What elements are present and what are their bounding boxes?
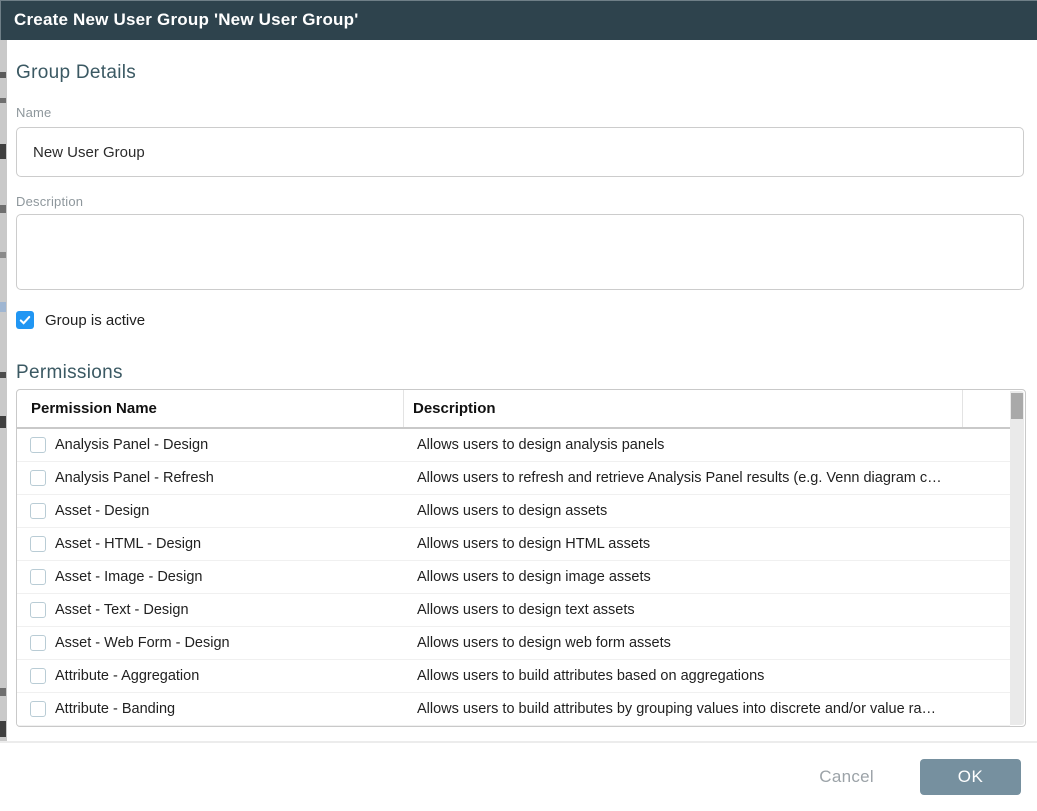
permission-checkbox[interactable] <box>30 569 46 585</box>
permission-checkbox[interactable] <box>30 470 46 486</box>
column-header-description[interactable]: Description <box>404 390 962 427</box>
permission-description: Allows users to design image assets <box>417 569 1010 585</box>
permission-description: Allows users to design assets <box>417 503 1010 519</box>
permission-row[interactable]: Asset - Image - Design Allows users to d… <box>17 561 1010 594</box>
permission-name: Attribute - Banding <box>55 701 417 717</box>
permission-row[interactable]: Attribute - Aggregation Allows users to … <box>17 660 1010 693</box>
permission-checkbox[interactable] <box>30 503 46 519</box>
group-active-checkbox-row[interactable]: Group is active <box>16 311 145 329</box>
permission-name: Asset - Web Form - Design <box>55 635 417 651</box>
permission-description: Allows users to refresh and retrieve Ana… <box>417 470 1010 486</box>
permission-name: Analysis Panel - Refresh <box>55 470 417 486</box>
permissions-heading: Permissions <box>16 362 1024 384</box>
permission-checkbox[interactable] <box>30 437 46 453</box>
permission-row[interactable]: Asset - Web Form - Design Allows users t… <box>17 627 1010 660</box>
description-input[interactable] <box>16 214 1024 290</box>
cancel-button[interactable]: Cancel <box>819 767 874 787</box>
permission-description: Allows users to design HTML assets <box>417 536 1010 552</box>
permission-name: Analysis Panel - Design <box>55 437 417 453</box>
permission-row[interactable]: Asset - Design Allows users to design as… <box>17 495 1010 528</box>
permission-description: Allows users to build attributes by grou… <box>417 701 1010 717</box>
permission-row[interactable]: Analysis Panel - Design Allows users to … <box>17 429 1010 462</box>
permission-checkbox[interactable] <box>30 602 46 618</box>
background-page-sliver <box>0 40 7 742</box>
dialog-footer: Cancel OK <box>0 743 1037 811</box>
permission-row[interactable]: Asset - Text - Design Allows users to de… <box>17 594 1010 627</box>
column-header-permission-name[interactable]: Permission Name <box>17 390 404 427</box>
permission-description: Allows users to design web form assets <box>417 635 1010 651</box>
permission-name: Asset - Design <box>55 503 417 519</box>
table-scrollbar-thumb[interactable] <box>1011 393 1023 419</box>
dialog-body: Group Details Name Description Group is … <box>7 40 1037 727</box>
group-details-heading: Group Details <box>16 62 1024 84</box>
permissions-table: Permission Name Description Analysis Pan… <box>16 389 1026 727</box>
permission-name: Asset - Image - Design <box>55 569 417 585</box>
permission-description: Allows users to design text assets <box>417 602 1010 618</box>
permission-name: Asset - HTML - Design <box>55 536 417 552</box>
checked-checkbox-icon[interactable] <box>16 311 34 329</box>
permission-row[interactable]: Asset - HTML - Design Allows users to de… <box>17 528 1010 561</box>
permission-checkbox[interactable] <box>30 635 46 651</box>
permission-row[interactable]: Attribute - Banding Allows users to buil… <box>17 693 1010 726</box>
permission-description: Allows users to build attributes based o… <box>417 668 1010 684</box>
ok-button[interactable]: OK <box>920 759 1021 795</box>
permission-checkbox[interactable] <box>30 668 46 684</box>
permission-name: Attribute - Aggregation <box>55 668 417 684</box>
permission-row[interactable]: Analysis Panel - Refresh Allows users to… <box>17 462 1010 495</box>
name-input[interactable] <box>16 127 1024 177</box>
name-label: Name <box>16 105 1024 120</box>
column-header-spacer <box>962 390 1010 427</box>
description-label: Description <box>16 194 1024 209</box>
group-active-label: Group is active <box>45 312 145 329</box>
dialog-title: Create New User Group 'New User Group' <box>14 10 358 30</box>
dialog-titlebar: Create New User Group 'New User Group' <box>0 0 1037 40</box>
permission-checkbox[interactable] <box>30 536 46 552</box>
table-scrollbar-track[interactable] <box>1010 391 1024 725</box>
permission-description: Allows users to design analysis panels <box>417 437 1010 453</box>
permission-checkbox[interactable] <box>30 701 46 717</box>
permissions-table-body: Analysis Panel - Design Allows users to … <box>17 429 1025 726</box>
permission-name: Asset - Text - Design <box>55 602 417 618</box>
create-user-group-dialog: Create New User Group 'New User Group' G… <box>0 0 1037 811</box>
permissions-table-header: Permission Name Description <box>17 390 1010 429</box>
